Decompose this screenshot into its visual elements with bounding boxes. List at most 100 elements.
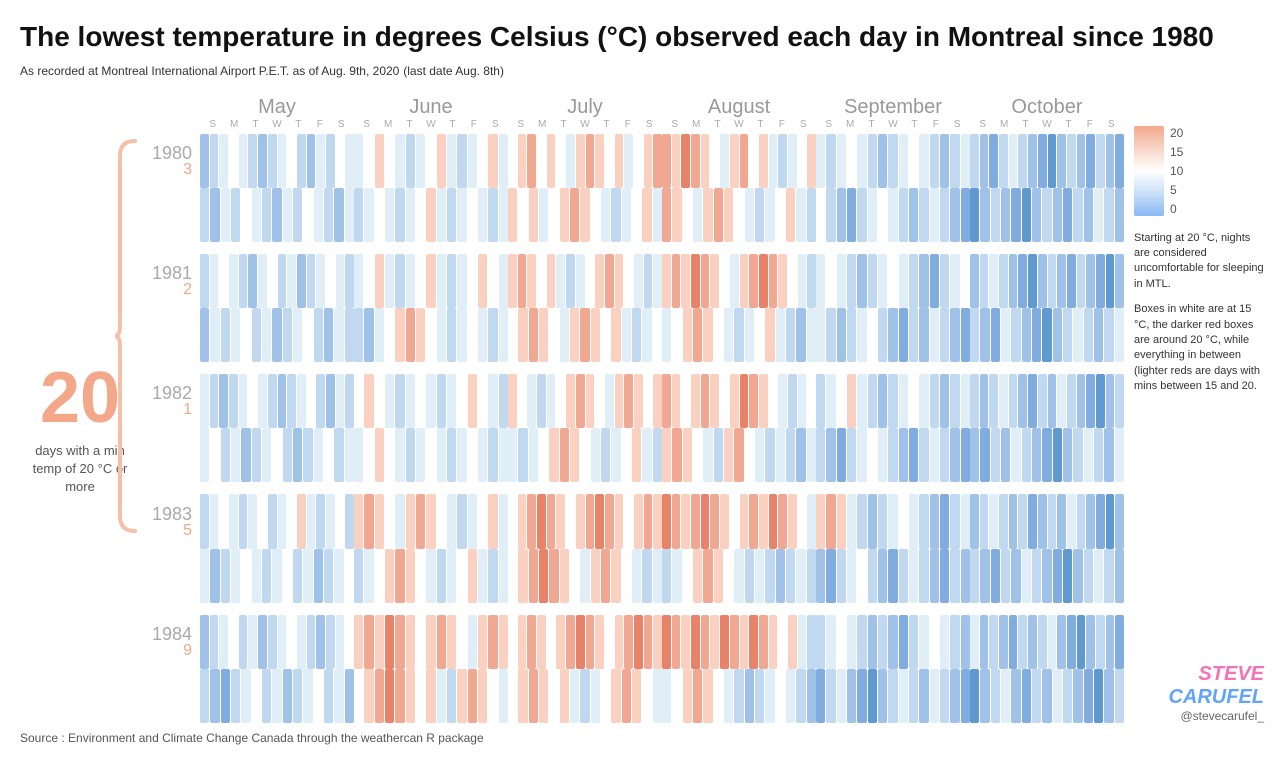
month-group-1981-3-r2 — [662, 308, 816, 362]
cell-1982-m3-d27 — [776, 428, 785, 482]
legend-value-5: 5 — [1170, 183, 1183, 197]
cell-1984-m3-d29 — [796, 669, 805, 723]
subtitle-note: (last date Aug. 8th) — [403, 64, 504, 78]
cell-1981-m5-d16 — [970, 308, 979, 362]
month-group-1981-1-r2 — [354, 308, 508, 362]
cell-1982-m0-d9 — [287, 374, 296, 428]
cell-1981-m2-d3 — [537, 254, 546, 308]
cell-1981-m1-d5 — [406, 254, 415, 308]
month-group-1983-3-r2 — [662, 549, 816, 603]
cell-1982-m1-d12 — [478, 374, 487, 428]
legend-value-0: 0 — [1170, 202, 1183, 216]
cell-1981-m2-d9 — [595, 254, 604, 308]
cell-1984-m3-d7 — [730, 615, 739, 669]
legend-value-10: 10 — [1170, 164, 1183, 178]
cell-1984-m4-d25 — [919, 669, 928, 723]
cell-1981-m4-d18 — [847, 308, 856, 362]
cell-1984-m2-d20 — [549, 669, 558, 723]
cell-1983-m2-d10 — [605, 494, 614, 548]
cell-1981-m4-d24 — [909, 308, 918, 362]
month-group-1984-4-r1 — [816, 615, 970, 669]
cell-1983-m0-d0 — [200, 494, 209, 548]
cell-1980-m5-d9 — [1057, 134, 1066, 188]
cell-1980-m0-d26 — [303, 188, 312, 242]
month-group-1983-4-r2 — [816, 549, 970, 603]
cell-1984-m0-d0 — [200, 615, 209, 669]
cell-1982-m1-d15 — [354, 428, 363, 482]
cell-1984-m2-d5 — [556, 615, 565, 669]
cell-1984-m1-d13 — [488, 615, 497, 669]
cell-1984-m4-d0 — [816, 615, 825, 669]
cell-1982-m2-d14 — [644, 374, 653, 428]
year-count-1982: 1 — [183, 402, 192, 418]
cell-1980-m4-d16 — [826, 188, 835, 242]
cell-1981-m1-d26 — [468, 308, 477, 362]
year-count-1981: 2 — [183, 282, 192, 298]
cell-1982-m4-d9 — [909, 374, 918, 428]
cell-1984-m5-d30 — [1115, 669, 1124, 723]
cell-1984-m2-d1 — [518, 615, 527, 669]
cell-1981-m1-d12 — [478, 254, 487, 308]
month-group-1981-0-r1 — [200, 254, 354, 308]
cell-1980-m5-d17 — [980, 188, 989, 242]
cell-1984-m5-d28 — [1094, 669, 1103, 723]
cell-1980-m1-d15 — [354, 188, 363, 242]
year-number-1984: 1984 — [152, 625, 192, 643]
cell-1984-m4-d17 — [837, 669, 846, 723]
cell-1981-m3-d14 — [798, 254, 807, 308]
cell-1981-m2-d17 — [518, 308, 527, 362]
cell-1982-m2-d6 — [566, 374, 575, 428]
cell-1980-m3-d1 — [672, 134, 681, 188]
cell-1982-m3-d2 — [681, 374, 690, 428]
cell-1981-m5-d0 — [970, 254, 979, 308]
cell-1983-m5-d2 — [989, 494, 998, 548]
cell-1984-m3-d22 — [724, 669, 733, 723]
cell-1984-m5-d13 — [1096, 615, 1105, 669]
cell-1984-m2-d24 — [591, 669, 600, 723]
cell-1983-m2-d7 — [576, 494, 585, 548]
cell-1984-m5-d1 — [980, 615, 989, 669]
cell-1981-m5-d11 — [1077, 254, 1086, 308]
cell-1983-m0-d14 — [336, 494, 345, 548]
month-group-1982-1-r2 — [354, 428, 508, 482]
cell-1982-m0-d1 — [210, 374, 219, 428]
cell-1981-m3-d24 — [745, 308, 754, 362]
year-block-1981: 19812 — [140, 254, 1124, 362]
cell-1981-m4-d3 — [847, 254, 856, 308]
cell-1981-m1-d19 — [395, 308, 404, 362]
cell-1980-m2-d13 — [634, 134, 643, 188]
cell-1984-m5-d22 — [1032, 669, 1041, 723]
cell-1983-m1-d1 — [364, 494, 373, 548]
month-group-1981-2-r1 — [508, 254, 662, 308]
cell-1984-m4-d19 — [857, 669, 866, 723]
cell-1984-m5-d16 — [970, 669, 979, 723]
cell-1984-m0-d3 — [229, 615, 238, 669]
cell-1983-m1-d21 — [416, 549, 425, 603]
cell-1984-m1-d2 — [375, 615, 384, 669]
cell-1983-m2-d15 — [653, 494, 662, 548]
cell-1983-m1-d19 — [395, 549, 404, 603]
year-count-1984: 9 — [183, 643, 192, 659]
cell-1982-m4-d13 — [950, 374, 959, 428]
cell-1984-m1-d18 — [385, 669, 394, 723]
cell-1980-m2-d12 — [624, 134, 633, 188]
cell-1983-m0-d27 — [314, 549, 323, 603]
month-group-1984-4-r2 — [816, 669, 970, 723]
cell-1982-m3-d26 — [765, 428, 774, 482]
cell-1981-m4-d16 — [826, 308, 835, 362]
cell-1980-m0-d14 — [336, 134, 345, 188]
cell-1981-m5-d8 — [1048, 254, 1057, 308]
cell-1981-m5-d10 — [1067, 254, 1076, 308]
cell-1981-m0-d5 — [248, 254, 257, 308]
cell-1981-m4-d0 — [816, 254, 825, 308]
year-label-1983: 19835 — [140, 505, 200, 539]
month-group-1983-2-r1 — [508, 494, 662, 548]
cell-1982-m2-d0 — [508, 374, 517, 428]
cell-1984-m4-d2 — [837, 615, 846, 669]
cell-1981-m2-d21 — [560, 308, 569, 362]
cell-1981-m5-d15 — [1115, 254, 1124, 308]
cell-1983-m1-d12 — [478, 494, 487, 548]
cell-1982-m5-d24 — [1053, 428, 1062, 482]
cell-1982-m0-d25 — [293, 428, 302, 482]
cell-1983-m2-d17 — [518, 549, 527, 603]
